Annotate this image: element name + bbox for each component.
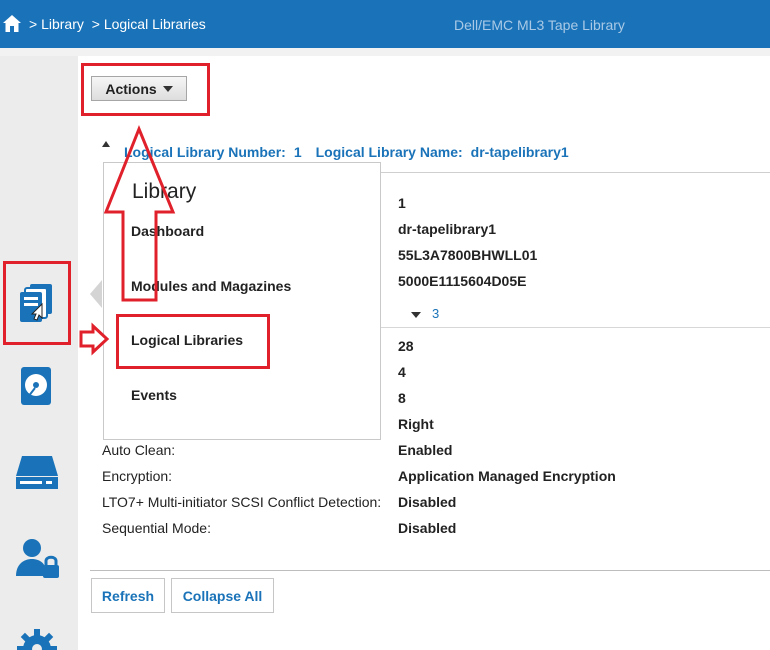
user-lock-icon[interactable]: [12, 534, 62, 584]
menu-item-events[interactable]: Events: [131, 387, 177, 403]
flyout-pointer: [90, 280, 102, 308]
property-label: Sequential Mode:: [102, 520, 211, 536]
app-title: Dell/EMC ML3 Tape Library: [454, 17, 625, 33]
values-divider: [380, 327, 770, 328]
library-number-label: Logical Library Number:: [124, 144, 286, 160]
library-name-label: Logical Library Name:: [315, 144, 463, 160]
collapse-triangle-icon[interactable]: [102, 141, 110, 147]
header-divider: [0, 48, 770, 56]
serial-number: 55L3A7800BHWLL01: [398, 247, 538, 263]
property-value: Disabled: [398, 494, 457, 510]
annotation-box-logical-libraries: [116, 314, 270, 369]
menu-item-modules-and-magazines[interactable]: Modules and Magazines: [131, 278, 291, 294]
library-number: 1: [398, 195, 406, 211]
gear-icon[interactable]: [12, 624, 62, 650]
breadcrumb-logical-libraries[interactable]: > Logical Libraries: [92, 16, 206, 32]
wwnn-value: 5000E1115604D05E: [398, 273, 527, 289]
property-value: Disabled: [398, 520, 457, 536]
server-icon[interactable]: [12, 446, 62, 496]
value-28: 28: [398, 338, 414, 354]
property-label: Auto Clean:: [102, 442, 176, 458]
annotation-box-library-icon: [3, 261, 71, 345]
expand-triangle-icon[interactable]: [411, 312, 421, 318]
property-value: Application Managed Encryption: [398, 468, 616, 484]
sidebar: [0, 56, 78, 650]
footer-divider: [90, 570, 770, 571]
drive-count-link[interactable]: 3: [432, 306, 439, 321]
value-4: 4: [398, 364, 406, 380]
library-name: dr-tapelibrary1: [398, 221, 497, 237]
menu-item-dashboard[interactable]: Dashboard: [131, 223, 204, 239]
home-icon[interactable]: [2, 14, 22, 34]
value-8: 8: [398, 390, 406, 406]
library-flyout-menu: Library Dashboard Modules and Magazines …: [103, 162, 381, 440]
property-label: Encryption:: [102, 468, 173, 484]
property-value: Enabled: [398, 442, 453, 458]
library-number-value: 1: [293, 144, 302, 160]
top-bar: > Library > Logical Libraries Dell/EMC M…: [0, 0, 770, 48]
collapse-all-button[interactable]: Collapse All: [171, 578, 274, 613]
annotation-box-actions: [81, 63, 210, 116]
refresh-button[interactable]: Refresh: [91, 578, 165, 613]
breadcrumb-library[interactable]: > Library: [29, 16, 84, 32]
drive-icon[interactable]: [12, 361, 62, 411]
section-divider: [380, 172, 770, 173]
property-label: LTO7+ Multi-initiator SCSI Conflict Dete…: [102, 494, 382, 510]
library-name-value: dr-tapelibrary1: [470, 144, 569, 160]
logical-library-header: Logical Library Number: 1 Logical Library …: [124, 144, 577, 160]
breadcrumb: > Library > Logical Libraries: [29, 16, 210, 32]
value-right: Right: [398, 416, 434, 432]
flyout-title: Library: [132, 180, 197, 203]
